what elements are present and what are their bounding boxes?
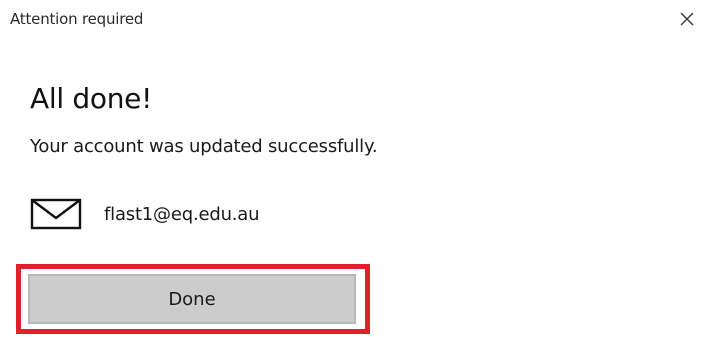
window-title: Attention required <box>10 10 144 28</box>
account-email: flast1@eq.edu.au <box>104 203 260 225</box>
close-icon <box>680 12 694 26</box>
status-message: Your account was updated successfully. <box>30 136 378 157</box>
close-button[interactable] <box>676 8 698 30</box>
done-button[interactable]: Done <box>28 274 356 324</box>
page-title: All done! <box>30 82 153 115</box>
account-dialog: Attention required All done! Your accoun… <box>0 0 705 337</box>
mail-icon <box>30 198 82 230</box>
account-row: flast1@eq.edu.au <box>30 197 260 231</box>
